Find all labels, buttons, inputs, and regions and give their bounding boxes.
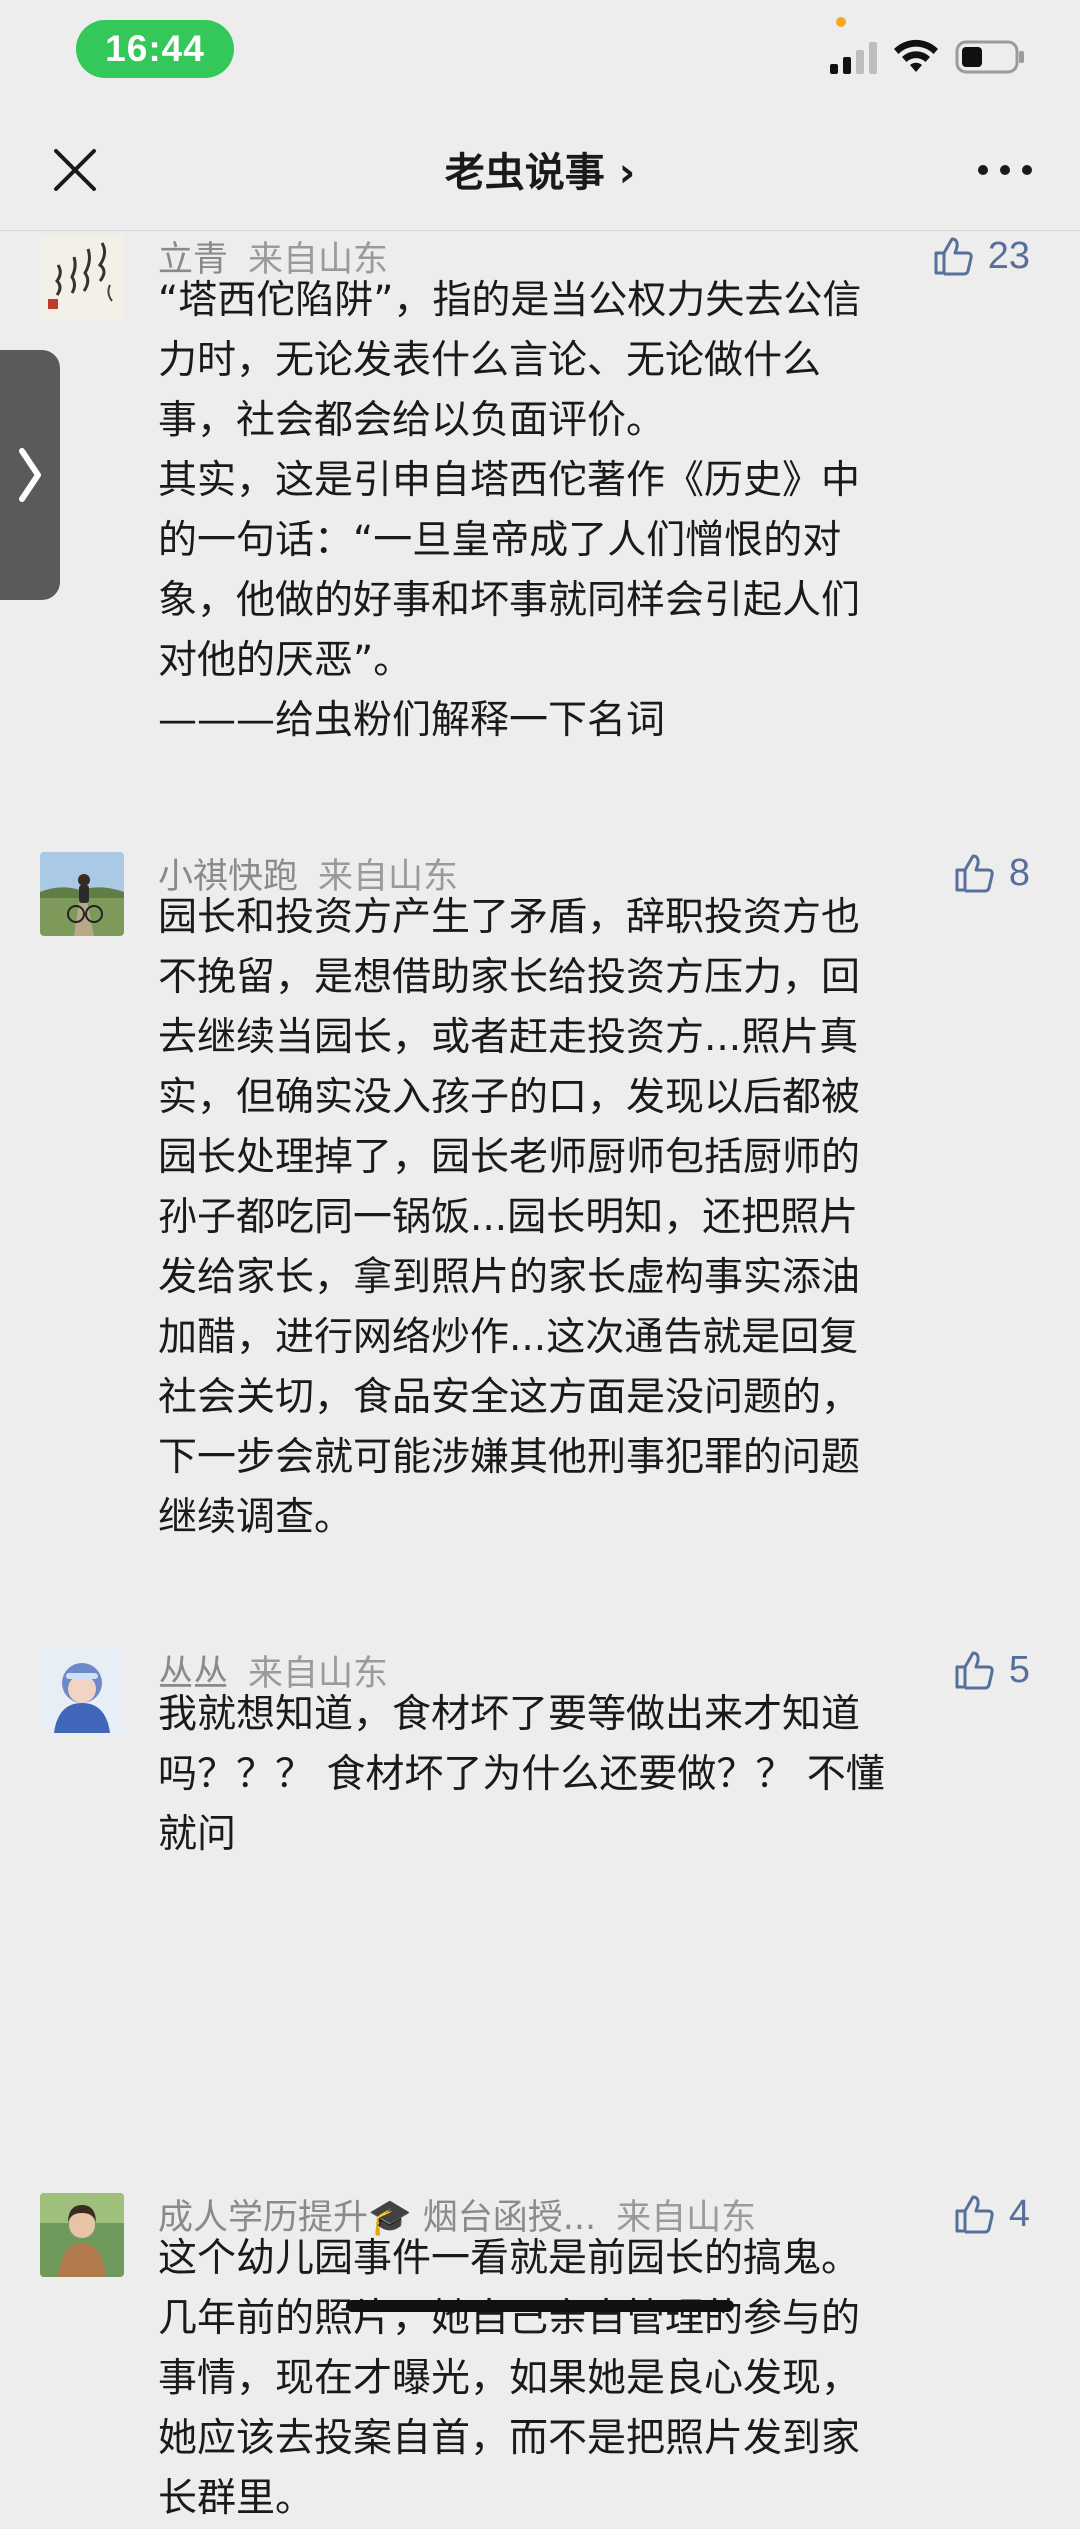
comment-line: 的一句话：“一旦皇帝成了人们憎恨的对 [158,518,842,563]
comment-line: 就问 [158,1812,237,1857]
page-title[interactable]: 老虫说事 › [0,140,1080,198]
comment-line: 长群里。 [158,2476,315,2521]
comment-line: 对他的厌恶”。 [158,638,413,683]
comment-line: 事，社会都会给以负面评价。 [158,398,666,443]
wifi-icon [894,39,938,72]
home-indicator[interactable] [346,2300,734,2312]
comment-line: 这个幼儿园事件一看就是前园长的搞鬼。 [158,2236,861,2281]
comment-line: 几年前的照片，她自己亲自管理的参与的 [158,2296,861,2341]
comment-line: 下一步会就可能涉嫌其他刑事犯罪的问题 [158,1435,861,1480]
side-float-tab[interactable] [0,350,60,600]
battery-icon [955,40,1024,74]
status-time: 16:44 [76,20,234,78]
comment-text: 这个幼儿园事件一看就是前园长的搞鬼。 几年前的照片，她自己亲自管理的参与的 事情… [158,2229,1038,2529]
comment-line: ———给虫粉们解释一下名词 [158,698,666,743]
comment-text: 园长和投资方产生了矛盾，辞职投资方也 不挽留，是想借助家长给投资方压力，回 去继… [158,888,1038,1548]
avatar[interactable] [40,2193,124,2277]
comment-line: 其实，这是引申自塔西佗著作《历史》中 [158,458,861,503]
comment-line: 事情，现在才曝光，如果她是良心发现， [158,2356,861,2401]
comment-line: 不挽留，是想借助家长给投资方压力，回 [158,955,861,1000]
avatar[interactable] [40,1649,124,1733]
comment-line: “塔西佗陷阱”，指的是当公权力失去公信 [158,278,862,323]
comment-line: 吗？？？ 食材坏了为什么还要做？？ 不懂 [158,1752,885,1797]
avatar[interactable] [40,852,124,936]
comment-line: 社会关切，食品安全这方面是没问题的， [158,1375,861,1420]
comment-line: 象，他做的好事和坏事就同样会引起人们 [158,578,861,623]
avatar[interactable] [40,235,124,319]
comment-line: 发给家长，拿到照片的家长虚构事实添油 [158,1255,861,1300]
status-bar: 16:44 [0,0,1080,105]
comment-line: 孙子都吃同一锅饭...园长明知，还把照片 [158,1195,859,1240]
nav-bar: 老虫说事 › [0,105,1080,231]
comment-line: 园长和投资方产生了矛盾，辞职投资方也 [158,895,861,940]
comment-text: “塔西佗陷阱”，指的是当公权力失去公信 力时，无论发表什么言论、无论做什么 事，… [158,271,1038,751]
chevron-right-icon [19,448,41,502]
page-title-text: 老虫说事 › [444,150,636,196]
comment-line: 继续调查。 [158,1495,354,1540]
comment-line: 实，但确实没入孩子的口，发现以后都被 [158,1075,861,1120]
privacy-indicator-dot [836,17,846,27]
comment-line: 力时，无论发表什么言论、无论做什么 [158,338,822,383]
comment-line: 她应该去投案自首，而不是把照片发到家 [158,2416,861,2461]
comment-line: 加醋，进行网络炒作...这次通告就是回复 [158,1315,859,1360]
cellular-signal-icon [830,42,877,74]
comment-text: 我就想知道，食材坏了要等做出来才知道 吗？？？ 食材坏了为什么还要做？？ 不懂 … [158,1685,1038,1865]
comment-line: 我就想知道，食材坏了要等做出来才知道 [158,1692,861,1737]
comment-line: 去继续当园长，或者赶走投资方...照片真 [158,1015,859,1060]
more-icon[interactable] [975,155,1035,185]
comment-line: 园长处理掉了，园长老师厨师包括厨师的 [158,1135,861,1180]
